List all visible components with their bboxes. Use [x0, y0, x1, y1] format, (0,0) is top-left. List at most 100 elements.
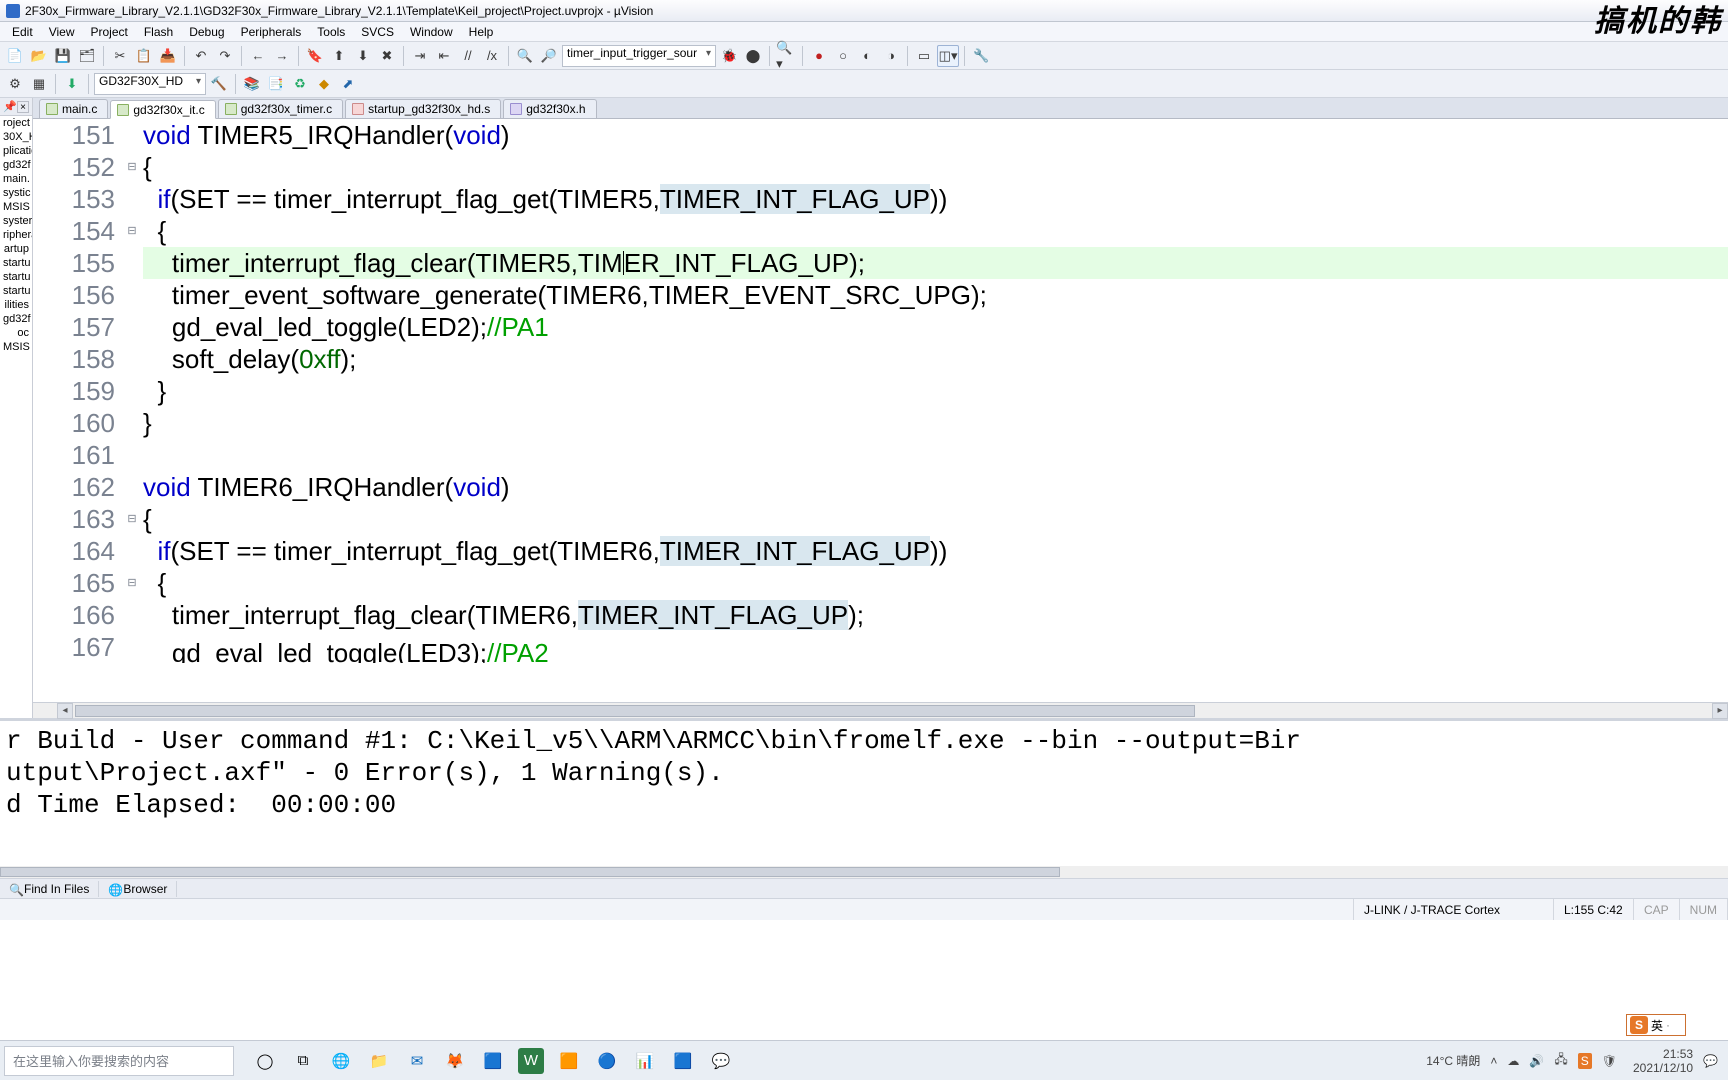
pin-icon[interactable]: 📌 — [3, 100, 17, 113]
menu-help[interactable]: Help — [461, 25, 502, 39]
project-panel[interactable]: 📌 × roject30X_HIplicatiogd32fmain.systic… — [0, 98, 33, 718]
project-tree-item[interactable]: startu — [0, 256, 32, 270]
bookmark-next-icon[interactable]: ⬇ — [352, 45, 374, 67]
new-file-icon[interactable]: 📄 — [4, 45, 26, 67]
translate-icon[interactable]: ⚙ — [4, 73, 26, 95]
file-tab[interactable]: startup_gd32f30x_hd.s — [345, 99, 501, 118]
cut-icon[interactable]: ✂ — [109, 45, 131, 67]
project-tree-item[interactable]: gd32f — [0, 158, 32, 172]
close-icon[interactable]: × — [17, 101, 29, 113]
uncomment-icon[interactable]: /x — [481, 45, 503, 67]
output-tab-find-in-files[interactable]: 🔍Find In Files — [0, 881, 99, 897]
debug-icon[interactable]: 🐞 — [718, 45, 740, 67]
fold-column[interactable]: ⊟⊟⊟⊟ — [125, 119, 139, 663]
options-icon[interactable]: 🔨 — [208, 73, 230, 95]
record-icon[interactable]: ● — [808, 45, 830, 67]
output-tab-browser[interactable]: 🌐Browser — [99, 881, 177, 897]
app4-icon[interactable]: 🔵 — [594, 1048, 620, 1074]
zoom-icon[interactable]: 🔍▾ — [775, 45, 797, 67]
taskbar-search[interactable]: 在这里输入你要搜索的内容 — [4, 1046, 234, 1076]
project-tree-item[interactable]: roject — [0, 116, 32, 130]
comment-icon[interactable]: // — [457, 45, 479, 67]
project-tree-item[interactable]: riphera — [0, 228, 32, 242]
build-icon[interactable]: ▦ — [28, 73, 50, 95]
keil-icon[interactable]: 🟦 — [670, 1048, 696, 1074]
app5-icon[interactable]: 📊 — [632, 1048, 658, 1074]
target-combo[interactable]: GD32F30X_HD — [94, 73, 206, 95]
project-tree-item[interactable]: MSIS — [0, 340, 32, 354]
save-icon[interactable]: 💾 — [52, 45, 74, 67]
indent-icon[interactable]: ⇥ — [409, 45, 431, 67]
copy-icon[interactable]: 📋 — [133, 45, 155, 67]
cortana-icon[interactable]: ◯ — [252, 1048, 278, 1074]
open-file-icon[interactable]: 📂 — [28, 45, 50, 67]
tray-net-icon[interactable]: 🖧 — [1554, 1050, 1567, 1071]
tray-notifications-icon[interactable]: 💬 — [1703, 1054, 1718, 1068]
menu-view[interactable]: View — [41, 25, 83, 39]
scroll-left-icon[interactable]: ◂ — [57, 703, 73, 719]
menu-edit[interactable]: Edit — [4, 25, 41, 39]
project-tree-item[interactable]: artup — [0, 242, 32, 256]
load-icon[interactable]: ⬇ — [61, 73, 83, 95]
app1-icon[interactable]: 🦊 — [442, 1048, 468, 1074]
tray-cloud-icon[interactable]: ☁ — [1507, 1054, 1519, 1068]
project-tree-item[interactable]: systic — [0, 186, 32, 200]
explorer-icon[interactable]: 📁 — [366, 1048, 392, 1074]
project-tree-item[interactable]: 30X_HI — [0, 130, 32, 144]
outdent-icon[interactable]: ⇤ — [433, 45, 455, 67]
project-tree-item[interactable]: main. — [0, 172, 32, 186]
download-icon[interactable]: ⬈ — [337, 73, 359, 95]
menu-flash[interactable]: Flash — [136, 25, 181, 39]
app2-icon[interactable]: 🟦 — [480, 1048, 506, 1074]
project-tree-item[interactable]: oc — [0, 326, 32, 340]
tray-sogou-icon[interactable]: S — [1578, 1053, 1592, 1069]
project-tree-item[interactable]: startu — [0, 284, 32, 298]
editor-hscrollbar[interactable]: ◂ ▸ — [33, 702, 1728, 718]
tray-clock[interactable]: 21:53 2021/12/10 — [1633, 1047, 1693, 1075]
batch-icon[interactable]: 📑 — [265, 73, 287, 95]
tray-shield-icon[interactable]: 🛡 — [1602, 1054, 1617, 1068]
project-tree-item[interactable]: MSIS — [0, 200, 32, 214]
menu-tools[interactable]: Tools — [309, 25, 353, 39]
find-combo[interactable]: timer_input_trigger_sour — [562, 45, 716, 67]
menu-debug[interactable]: Debug — [181, 25, 232, 39]
taskview-icon[interactable]: ⧉ — [290, 1048, 316, 1074]
stop-build-icon[interactable]: ◆ — [313, 73, 335, 95]
output-hscrollbar[interactable] — [0, 866, 1728, 878]
project-tree-item[interactable]: startu — [0, 270, 32, 284]
redo-icon[interactable]: ↷ — [214, 45, 236, 67]
code-editor[interactable]: 1511521531541551561571581591601611621631… — [33, 119, 1728, 702]
code-source[interactable]: void TIMER5_IRQHandler(void){ if(SET == … — [139, 119, 1728, 663]
find-files-icon[interactable]: 🔎 — [538, 45, 560, 67]
step2-icon[interactable]: ◐ — [856, 45, 878, 67]
window-split-icon[interactable]: ◫▾ — [937, 45, 959, 67]
word-icon[interactable]: W — [518, 1048, 544, 1074]
menu-peripherals[interactable]: Peripherals — [233, 25, 310, 39]
bookmark-prev-icon[interactable]: ⬆ — [328, 45, 350, 67]
file-tab[interactable]: gd32f30x.h — [503, 99, 596, 118]
manage-icon[interactable]: 📚 — [241, 73, 263, 95]
project-tree-item[interactable]: gd32f — [0, 312, 32, 326]
scroll-thumb[interactable] — [75, 705, 1195, 717]
undo-icon[interactable]: ↶ — [190, 45, 212, 67]
tray-chevron-icon[interactable]: ˄ — [1490, 1054, 1497, 1068]
edge-icon[interactable]: 🌐 — [328, 1048, 354, 1074]
menu-project[interactable]: Project — [82, 25, 135, 39]
bookmark-clear-icon[interactable]: ✖ — [376, 45, 398, 67]
step-icon[interactable]: ○ — [832, 45, 854, 67]
tray-sound-icon[interactable]: 🔊 — [1529, 1054, 1544, 1068]
output-scroll-thumb[interactable] — [0, 867, 1060, 877]
breakpoint-icon[interactable]: ⬤ — [742, 45, 764, 67]
nav-back-icon[interactable]: ← — [247, 45, 269, 67]
weather-widget[interactable]: 14°C 晴朗 — [1426, 1052, 1480, 1069]
menu-window[interactable]: Window — [402, 25, 461, 39]
step3-icon[interactable]: ◑ — [880, 45, 902, 67]
rebuild-icon[interactable]: ♻ — [289, 73, 311, 95]
project-tree-item[interactable]: ilities — [0, 298, 32, 312]
file-tab[interactable]: main.c — [39, 99, 108, 118]
build-output-text[interactable]: r Build - User command #1: C:\Keil_v5\\A… — [0, 721, 1728, 866]
menu-svcs[interactable]: SVCS — [353, 25, 402, 39]
file-tab[interactable]: gd32f30x_timer.c — [218, 99, 343, 118]
mail-icon[interactable]: ✉ — [404, 1048, 430, 1074]
save-all-icon[interactable]: 🗂 — [76, 45, 98, 67]
